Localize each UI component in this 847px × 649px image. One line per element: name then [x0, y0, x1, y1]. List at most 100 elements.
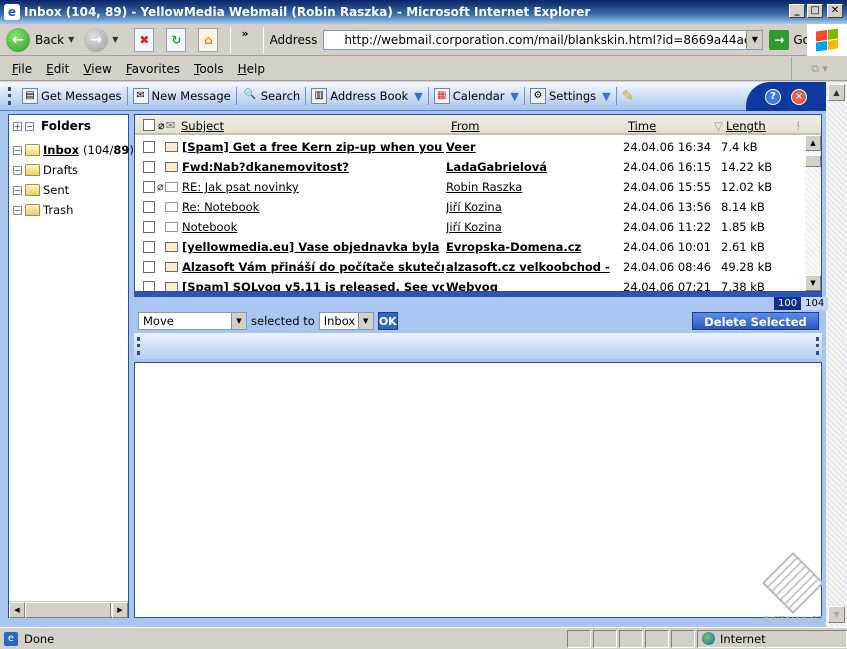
settings-button[interactable]: ⚙ Settings ▼ [527, 88, 614, 104]
menu-favorites[interactable]: Favorites [126, 62, 180, 76]
column-time[interactable]: Time [628, 119, 656, 133]
column-length[interactable]: Length [726, 119, 766, 133]
collapse-icon[interactable]: − [13, 185, 22, 195]
message-subject[interactable]: [Spam] SQLyog v5.11 is released. See you… [182, 280, 444, 291]
message-from[interactable]: alzasoft.cz velkoobchod - [446, 260, 616, 274]
page-current[interactable]: 100 [774, 297, 802, 310]
target-folder-select[interactable]: Inbox ▼ [318, 312, 374, 330]
message-from[interactable]: Veer [446, 140, 616, 154]
scroll-down-icon[interactable]: ▼ [805, 275, 821, 291]
column-subject[interactable]: Subject [181, 119, 224, 133]
message-row[interactable]: Fwd:Nab?dkanemovitost? LadaGabrielová 24.0… [135, 157, 805, 177]
forward-button[interactable]: → ▼ [84, 27, 122, 52]
menu-edit[interactable]: Edit [46, 62, 69, 76]
scroll-thumb[interactable] [25, 602, 111, 618]
links-toolbar-icon[interactable]: ⧉ ▾ [791, 57, 847, 81]
action-select[interactable]: Move ▼ [138, 312, 247, 330]
message-from[interactable]: Jiří Kozina [446, 220, 616, 234]
folder-item-drafts[interactable]: − Drafts [13, 163, 78, 177]
toolbar-grip[interactable] [137, 337, 140, 355]
page-other[interactable]: 104 [801, 297, 829, 310]
message-subject[interactable]: Fwd:Nab?dkanemovitost? [182, 160, 444, 174]
message-checkbox[interactable] [143, 221, 155, 233]
delete-selected-button[interactable]: Delete Selected [692, 312, 819, 330]
menu-help[interactable]: Help [238, 62, 265, 76]
read-status-column-icon[interactable]: ✉ [166, 119, 175, 132]
message-subject[interactable]: Re: Notebook [182, 200, 444, 214]
forward-dropdown-icon[interactable]: ▼ [112, 35, 118, 44]
address-input[interactable]: http://webmail.corporation.com/mail/blan… [323, 29, 764, 50]
message-row[interactable]: [Spam] Get a free Kern zip-up when you b… [135, 137, 805, 157]
scroll-left-icon[interactable]: ◀ [9, 602, 25, 618]
message-checkbox[interactable] [143, 241, 155, 253]
message-subject[interactable]: Alzasoft Vám přináší do počítače skutečn… [182, 260, 444, 274]
ok-button[interactable]: OK [377, 312, 398, 330]
collapse-icon[interactable]: − [13, 145, 22, 155]
settings-dropdown-icon[interactable]: ▼ [602, 90, 610, 103]
address-book-button[interactable]: ▥ Address Book ▼ [308, 88, 426, 104]
expand-all-icon[interactable]: + [13, 121, 22, 131]
collapse-icon[interactable]: − [13, 205, 22, 215]
message-row[interactable]: Alzasoft Vám přináší do počítače skutečn… [135, 257, 805, 277]
close-window-button[interactable]: ✕ [827, 4, 843, 18]
refresh-icon[interactable]: ↻ [166, 27, 187, 52]
folders-horizontal-scrollbar[interactable]: ◀ ▶ [9, 601, 128, 618]
message-subject[interactable]: [Spam] Get a free Kern zip-up when you b… [182, 140, 444, 154]
folder-item-sent[interactable]: − Sent [13, 183, 69, 197]
message-checkbox[interactable] [143, 161, 155, 173]
calendar-dropdown-icon[interactable]: ▼ [510, 90, 518, 103]
search-button[interactable]: 🔍 Search [239, 88, 304, 104]
scroll-thumb[interactable] [805, 155, 821, 167]
new-message-button[interactable]: ✉ New Message [130, 88, 234, 104]
collapse-all-icon[interactable]: − [25, 121, 34, 131]
menu-view[interactable]: View [83, 62, 111, 76]
folder-item-inbox[interactable]: − Inbox (104/89) [13, 143, 134, 157]
menu-file[interactable]: File [12, 62, 32, 76]
message-subject[interactable]: Notebook [182, 220, 444, 234]
column-priority[interactable]: ! [796, 119, 801, 133]
message-row[interactable]: Notebook Jiří Kozina 24.04.06 11:22 1.85 kB [135, 217, 805, 237]
address-book-dropdown-icon[interactable]: ▼ [414, 90, 422, 103]
go-button[interactable]: → Go [769, 29, 810, 50]
message-from[interactable]: Jiří Kozina [446, 200, 616, 214]
scroll-up-icon[interactable]: ▲ [805, 135, 821, 151]
message-list-scrollbar[interactable]: ▲ ▼ [805, 135, 821, 291]
message-subject[interactable]: RE: Jak psat novinky [182, 180, 444, 194]
message-from[interactable]: Evropska-Domena.cz [446, 240, 616, 254]
message-checkbox[interactable] [143, 281, 155, 291]
back-button[interactable]: ← Back ▼ [6, 27, 78, 52]
message-checkbox[interactable] [143, 141, 155, 153]
message-row[interactable]: Re: Notebook Jiří Kozina 24.04.06 13:56 8.1… [135, 197, 805, 217]
get-messages-button[interactable]: ▤ Get Messages [19, 88, 125, 104]
address-dropdown-icon[interactable]: ▼ [746, 30, 763, 49]
minimize-button[interactable]: _ [789, 4, 805, 18]
message-checkbox[interactable] [143, 261, 155, 273]
attachment-column-icon[interactable]: ⌀ [158, 119, 165, 132]
message-subject[interactable]: [yellowmedia.eu] Vase objednavka byla [182, 240, 444, 254]
message-row[interactable]: ⌀ RE: Jak psat novinky Robin Raszka 24.04.0… [135, 177, 805, 197]
stop-icon[interactable]: ✖ [134, 27, 155, 52]
home-icon[interactable]: ⌂ [198, 27, 219, 52]
message-from[interactable]: LadaGabrielová [446, 160, 616, 174]
message-checkbox[interactable] [143, 201, 155, 213]
page-scrollbar[interactable]: ▲ ▼ [826, 82, 847, 627]
toolbar-chevron[interactable]: » [241, 27, 248, 40]
message-row[interactable]: [Spam] SQLyog v5.11 is released. See you… [135, 277, 805, 291]
scroll-right-icon[interactable]: ▶ [112, 602, 128, 618]
message-from[interactable]: Webyog [446, 280, 616, 291]
scroll-up-icon[interactable]: ▲ [828, 84, 845, 101]
toolbar-grip[interactable] [816, 337, 819, 355]
maximize-button[interactable]: □ [807, 4, 823, 18]
pane-splitter[interactable] [134, 292, 822, 297]
toolbar-grip[interactable] [8, 87, 11, 105]
message-row[interactable]: [yellowmedia.eu] Vase objednavka byla Evr… [135, 237, 805, 257]
calendar-button[interactable]: ▦ Calendar ▼ [431, 88, 522, 104]
select-all-checkbox[interactable] [143, 119, 155, 131]
collapse-icon[interactable]: − [13, 165, 22, 175]
message-from[interactable]: Robin Raszka [446, 180, 616, 194]
logout-icon[interactable]: × [791, 88, 807, 105]
back-dropdown-icon[interactable]: ▼ [68, 35, 74, 44]
notes-button[interactable]: ✎ [619, 87, 638, 105]
column-from[interactable]: From [451, 119, 480, 133]
message-checkbox[interactable] [143, 181, 155, 193]
